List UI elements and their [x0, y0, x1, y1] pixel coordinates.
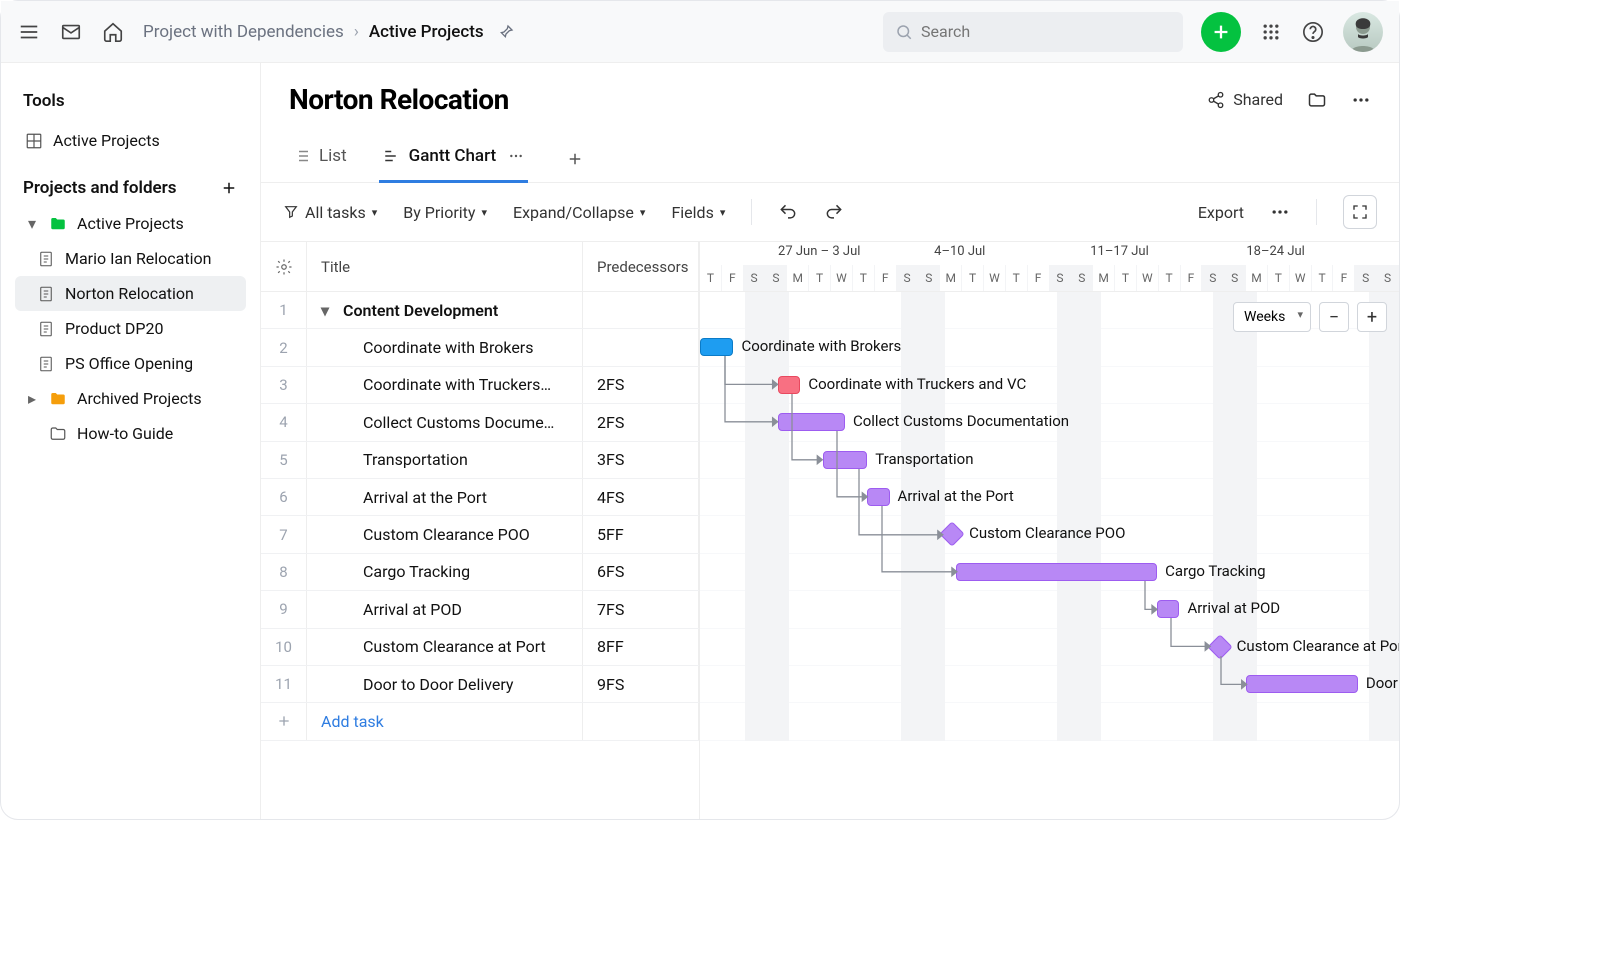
gear-icon[interactable]: [261, 242, 307, 291]
folder-icon[interactable]: [1307, 90, 1327, 110]
expand-collapse[interactable]: Expand/Collapse▾: [513, 203, 645, 222]
fullscreen-icon[interactable]: [1343, 195, 1377, 229]
gantt-bar[interactable]: [1246, 675, 1358, 693]
gantt-bar[interactable]: [956, 563, 1157, 581]
fields-dropdown[interactable]: Fields▾: [671, 203, 725, 222]
search-field[interactable]: [921, 22, 1171, 41]
avatar[interactable]: [1343, 12, 1383, 52]
tab-list[interactable]: List: [289, 136, 351, 183]
breadcrumb-current[interactable]: Active Projects: [369, 22, 484, 42]
share-icon: [1207, 91, 1225, 109]
table-row[interactable]: 3Coordinate with Truckers…2FS: [261, 367, 699, 404]
shared-button[interactable]: Shared: [1207, 90, 1283, 109]
table-row[interactable]: 6Arrival at the Port4FS: [261, 479, 699, 516]
table-row[interactable]: 11Door to Door Delivery9FS: [261, 666, 699, 703]
content: Norton Relocation Shared List: [261, 63, 1399, 819]
table-row[interactable]: 5Transportation3FS: [261, 442, 699, 479]
tools-header: Tools: [23, 91, 238, 111]
zoom-in-button[interactable]: +: [1357, 302, 1387, 332]
add-tab-icon[interactable]: [566, 150, 584, 168]
sidebar-item[interactable]: Norton Relocation: [15, 276, 246, 311]
table-row[interactable]: 2Coordinate with Brokers: [261, 329, 699, 366]
sidebar-tools-active-projects[interactable]: Active Projects: [15, 123, 246, 158]
breadcrumb: Project with Dependencies › Active Proje…: [143, 20, 518, 44]
breadcrumb-parent[interactable]: Project with Dependencies: [143, 22, 344, 42]
undo-icon[interactable]: [778, 202, 798, 222]
add-folder-icon[interactable]: [220, 179, 238, 197]
sidebar-item[interactable]: ▾Active Projects: [15, 206, 246, 241]
pin-icon[interactable]: [494, 20, 518, 44]
sidebar-item[interactable]: How-to Guide: [15, 416, 246, 451]
tab-label: Gantt Chart: [409, 146, 497, 166]
nav-label: Active Projects: [53, 131, 160, 150]
search-input[interactable]: [883, 12, 1183, 52]
help-icon[interactable]: [1301, 20, 1325, 44]
table-row[interactable]: 10Custom Clearance at Port8FF: [261, 629, 699, 666]
toolbar-more-icon[interactable]: [1270, 202, 1290, 222]
add-button[interactable]: [1201, 12, 1241, 52]
col-title[interactable]: Title: [307, 242, 583, 291]
apps-icon[interactable]: [1259, 20, 1283, 44]
filter-icon: [283, 204, 299, 220]
menu-icon[interactable]: [17, 20, 41, 44]
chevron-right-icon: ›: [354, 22, 359, 42]
table-row[interactable]: 9Arrival at POD7FS: [261, 591, 699, 628]
export-button[interactable]: Export: [1198, 203, 1244, 222]
grid-icon: [25, 132, 43, 150]
top-bar: Project with Dependencies › Active Proje…: [1, 1, 1399, 63]
add-task-label: Add task: [307, 703, 583, 739]
tab-more-icon[interactable]: [508, 148, 524, 164]
table-row[interactable]: 4Collect Customs Docume…2FS: [261, 404, 699, 441]
sidebar: Tools Active Projects Projects and folde…: [1, 63, 261, 819]
toolbar: All tasks ▾ By Priority▾ Expand/Collapse…: [261, 183, 1399, 242]
zoom-out-button[interactable]: −: [1319, 302, 1349, 332]
home-icon[interactable]: [101, 20, 125, 44]
shared-label: Shared: [1233, 90, 1283, 109]
mail-icon[interactable]: [59, 20, 83, 44]
task-grid: Title Predecessors 1▾Content Development…: [261, 242, 700, 819]
search-icon: [895, 23, 913, 41]
col-predecessors[interactable]: Predecessors: [583, 242, 699, 291]
filter-all-tasks[interactable]: All tasks ▾: [283, 203, 377, 222]
sort-by-priority[interactable]: By Priority▾: [403, 203, 487, 222]
tab-gantt[interactable]: Gantt Chart: [379, 136, 529, 183]
projects-header: Projects and folders: [23, 178, 177, 198]
table-row[interactable]: 8Cargo Tracking6FS: [261, 554, 699, 591]
redo-icon[interactable]: [824, 202, 844, 222]
table-row[interactable]: 1▾Content Development: [261, 292, 699, 329]
sidebar-item[interactable]: Mario Ian Relocation: [15, 241, 246, 276]
timeline[interactable]: 27 Jun – 3 Jul4–10 Jul11–17 Jul18–24 Jul…: [700, 242, 1399, 819]
zoom-select[interactable]: Weeks: [1233, 302, 1311, 332]
filter-label: All tasks: [305, 203, 366, 222]
page-title: Norton Relocation: [289, 83, 509, 116]
sidebar-item[interactable]: PS Office Opening: [15, 346, 246, 381]
add-task-row[interactable]: Add task: [261, 703, 699, 740]
more-icon[interactable]: [1351, 90, 1371, 110]
tab-label: List: [319, 146, 347, 166]
sidebar-item[interactable]: ▸Archived Projects: [15, 381, 246, 416]
gantt-icon: [383, 147, 401, 165]
sidebar-item[interactable]: Product DP20: [15, 311, 246, 346]
list-icon: [293, 147, 311, 165]
table-row[interactable]: 7Custom Clearance POO5FF: [261, 516, 699, 553]
